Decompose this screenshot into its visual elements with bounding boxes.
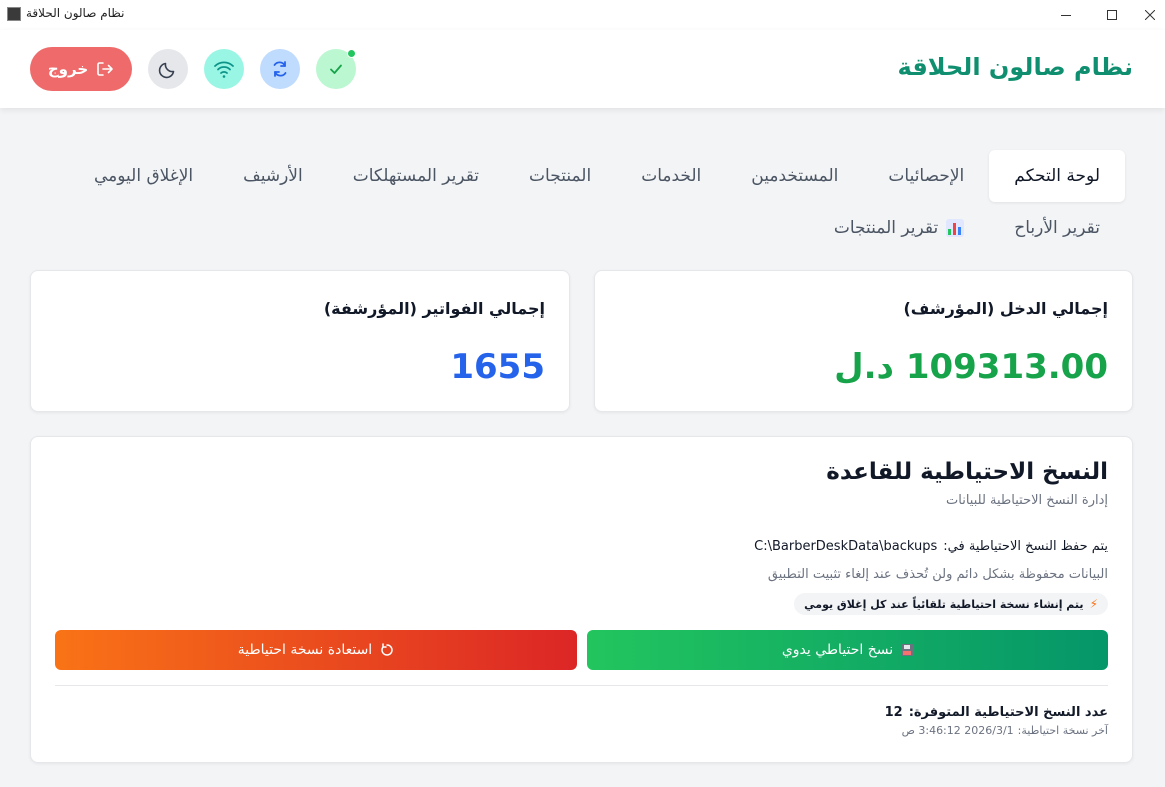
maximize-icon	[1107, 10, 1117, 20]
last-backup: آخر نسخة احتياطية: 2026/3/1 3:46:12 ص	[902, 724, 1108, 737]
auto-backup-badge: ⚡ يتم إنشاء نسخة احتياطية تلقائياً عند ك…	[794, 593, 1108, 615]
divider	[55, 685, 1108, 686]
sync-icon	[273, 61, 287, 77]
tab-services[interactable]: الخدمات	[616, 150, 726, 202]
tab-profits-report[interactable]: تقرير الأرباح	[989, 205, 1125, 251]
backup-count-value: 12	[884, 705, 903, 720]
tab-dashboard[interactable]: لوحة التحكم	[989, 150, 1125, 202]
theme-toggle-button[interactable]	[148, 49, 188, 89]
sync-button[interactable]	[260, 49, 300, 89]
backup-count: عدد النسخ الاحتياطية المتوفرة: 12	[885, 705, 1108, 720]
close-icon	[1145, 10, 1155, 20]
tab-archive[interactable]: الأرشيف	[218, 150, 328, 202]
manual-backup-label: نسخ احتياطي يدوي	[781, 642, 894, 658]
tabs-row-secondary: تقرير الأرباح تقرير المنتجات	[809, 205, 1125, 251]
check-icon	[330, 64, 342, 74]
last-backup-value: 2026/3/1 3:46:12 ص	[901, 724, 1014, 737]
tab-products[interactable]: المنتجات	[504, 150, 616, 202]
window-title: نظام صالون الحلاقة	[26, 6, 125, 20]
wifi-icon	[214, 61, 234, 78]
wifi-button[interactable]	[204, 49, 244, 89]
app-header: نظام صالون الحلاقة خروج	[0, 30, 1165, 108]
tab-users[interactable]: المستخدمين	[726, 150, 863, 202]
logout-label: خروج	[47, 60, 89, 78]
backup-path-value: C:\BarberDeskData\backups	[754, 539, 938, 554]
tab-daily-closing[interactable]: الإغلاق اليومي	[69, 150, 218, 202]
lightning-icon: ⚡	[1089, 597, 1098, 611]
backup-path: يتم حفظ النسخ الاحتياطية في: C:\BarberDe…	[754, 539, 1108, 554]
restore-icon	[381, 643, 393, 656]
restore-backup-label: استعادة نسخة احتياطية	[237, 642, 373, 658]
invoices-label: إجمالي الفواتير (المؤرشفة)	[323, 299, 545, 318]
tabs-row-primary: لوحة التحكم الإحصائيات المستخدمين الخدما…	[69, 150, 1125, 202]
status-button[interactable]	[316, 49, 356, 89]
moon-icon	[158, 62, 175, 79]
logout-button[interactable]: خروج	[30, 47, 132, 91]
tab-consumables-report[interactable]: تقرير المستهلكات	[328, 150, 504, 202]
invoices-card: إجمالي الفواتير (المؤرشفة) 1655	[30, 270, 570, 412]
backup-persistence-note: البيانات محفوظة بشكل دائم ولن تُحذف عند …	[767, 567, 1108, 582]
tab-products-report-label: تقرير المنتجات	[833, 218, 939, 238]
auto-backup-text: يتم إنشاء نسخة احتياطية تلقائياً عند كل …	[804, 597, 1084, 611]
bar-chart-icon	[946, 219, 965, 237]
income-value: 109313.00 د.ل	[834, 347, 1108, 387]
app-icon	[7, 7, 21, 21]
income-card: إجمالي الدخل (المؤرشف) 109313.00 د.ل	[594, 270, 1133, 412]
backup-path-label: يتم حفظ النسخ الاحتياطية في:	[943, 539, 1108, 554]
close-button[interactable]	[1135, 0, 1165, 30]
floppy-disk-icon	[901, 644, 914, 656]
window-titlebar: نظام صالون الحلاقة	[0, 0, 1165, 30]
minimize-button[interactable]	[1043, 0, 1089, 30]
maximize-button[interactable]	[1089, 0, 1135, 30]
backup-card: النسخ الاحتياطية للقاعدة إدارة النسخ الا…	[30, 436, 1133, 763]
backup-count-label: عدد النسخ الاحتياطية المتوفرة:	[908, 705, 1108, 720]
app-title: نظام صالون الحلاقة	[897, 53, 1133, 81]
minimize-icon	[1061, 14, 1071, 16]
income-label: إجمالي الدخل (المؤرشف)	[903, 299, 1108, 318]
online-indicator	[347, 49, 356, 58]
restore-backup-button[interactable]: استعادة نسخة احتياطية	[55, 630, 577, 670]
tab-products-report[interactable]: تقرير المنتجات	[809, 205, 989, 251]
manual-backup-button[interactable]: نسخ احتياطي يدوي	[587, 630, 1108, 670]
backup-title: النسخ الاحتياطية للقاعدة	[826, 459, 1108, 485]
backup-subtitle: إدارة النسخ الاحتياطية للبيانات	[946, 493, 1108, 508]
tab-statistics[interactable]: الإحصائيات	[863, 150, 989, 202]
logout-icon	[97, 62, 113, 76]
last-backup-label: آخر نسخة احتياطية:	[1017, 724, 1108, 737]
invoices-value: 1655	[450, 347, 545, 387]
